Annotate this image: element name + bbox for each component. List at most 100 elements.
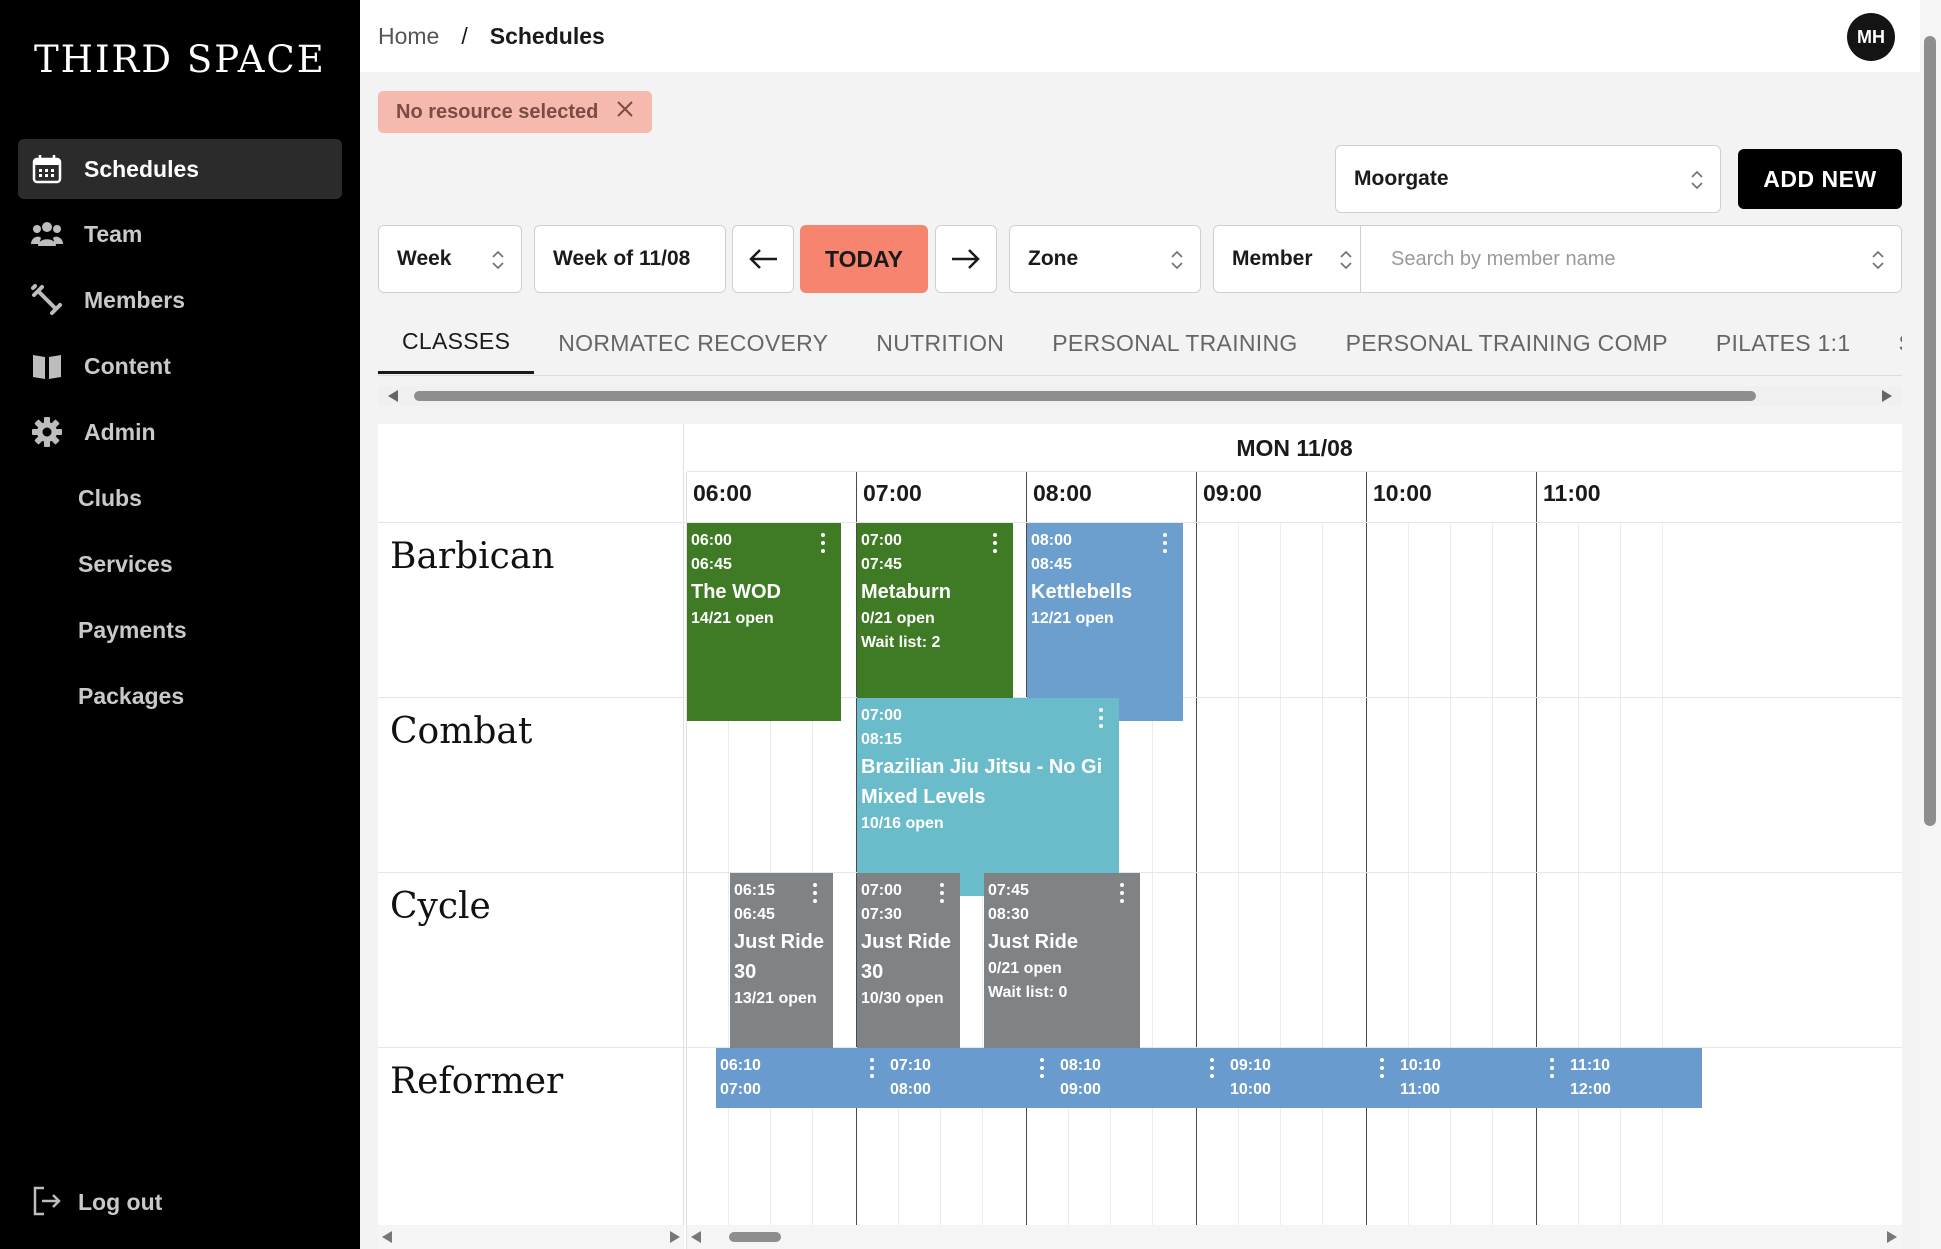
more-vertical-icon[interactable] xyxy=(870,1058,876,1082)
class-event[interactable]: 06:15 06:45 Just Ride 30 13/21 open xyxy=(730,873,833,1071)
more-vertical-icon[interactable] xyxy=(940,883,946,907)
event-end: 07:00 xyxy=(720,1081,761,1098)
event-capacity: 12/21 open xyxy=(1031,610,1114,627)
scrollbar-thumb[interactable] xyxy=(414,391,1756,401)
event-end: 07:45 xyxy=(861,556,902,573)
tab-nutrition[interactable]: NUTRITION xyxy=(852,312,1028,374)
event-end: 10:00 xyxy=(1230,1081,1271,1098)
tab-classes[interactable]: CLASSES xyxy=(378,312,535,374)
tab-personal-training[interactable]: PERSONAL TRAINING xyxy=(1028,312,1321,374)
event-start: 06:10 xyxy=(720,1057,761,1074)
sidebar-item-admin[interactable]: Admin xyxy=(18,402,342,462)
class-event[interactable]: 06:00 06:45 The WOD 14/21 open xyxy=(687,523,841,721)
logout-icon xyxy=(30,1185,64,1219)
avatar[interactable]: MH xyxy=(1847,13,1895,61)
sidebar-item-team[interactable]: Team xyxy=(18,204,342,264)
event-name: Kettlebells xyxy=(1031,581,1133,603)
event-end: 08:00 xyxy=(890,1081,931,1098)
event-start: 10:10 xyxy=(1400,1057,1441,1074)
event-start: 07:00 xyxy=(861,532,902,549)
class-event[interactable]: 07:00 07:30 Just Ride 30 10/30 open xyxy=(857,873,960,1071)
scroll-left-icon[interactable] xyxy=(388,390,398,402)
more-vertical-icon[interactable] xyxy=(1040,1058,1046,1082)
sidebar-item-services[interactable]: Services xyxy=(18,534,342,594)
more-vertical-icon[interactable] xyxy=(1120,883,1126,907)
sidebar-item-content[interactable]: Content xyxy=(18,336,342,396)
more-vertical-icon[interactable] xyxy=(1163,533,1169,557)
sidebar-item-members[interactable]: Members xyxy=(18,270,342,330)
view-select[interactable]: Week xyxy=(378,225,522,293)
event-start: 07:10 xyxy=(890,1057,931,1074)
class-event[interactable]: 07:45 08:30 Just Ride 0/21 open Wait lis… xyxy=(984,873,1140,1071)
add-new-button[interactable]: ADD NEW xyxy=(1738,149,1902,209)
more-vertical-icon[interactable] xyxy=(1550,1058,1556,1082)
more-vertical-icon[interactable] xyxy=(1099,708,1105,732)
chip-label: No resource selected xyxy=(396,100,599,123)
sidebar-item-packages[interactable]: Packages xyxy=(18,666,342,726)
sidebar-item-schedules[interactable]: Schedules xyxy=(18,139,342,199)
sidebar-item-clubs[interactable]: Clubs xyxy=(18,468,342,528)
event-name: 30 xyxy=(861,961,884,983)
today-button[interactable]: TODAY xyxy=(800,225,928,293)
event-capacity: 10/16 open xyxy=(861,815,944,832)
class-event[interactable]: 07:00 07:45 Metaburn 0/21 open Wait list… xyxy=(857,523,1013,721)
member-type-select[interactable]: Member xyxy=(1213,225,1362,293)
event-end: 08:15 xyxy=(861,731,902,748)
next-week-button[interactable] xyxy=(935,225,997,293)
tab-personal-training-comp[interactable]: PERSONAL TRAINING COMP xyxy=(1322,312,1692,374)
event-end: 08:45 xyxy=(1031,556,1072,573)
sidebar-item-label: Admin xyxy=(84,418,156,445)
resource-name: Barbican xyxy=(390,536,555,577)
event-end: 12:00 xyxy=(1570,1081,1611,1098)
class-event[interactable]: 08:00 08:45 Kettlebells 12/21 open xyxy=(1027,523,1183,721)
event-start: 08:00 xyxy=(1031,532,1072,549)
more-vertical-icon[interactable] xyxy=(1210,1058,1216,1082)
more-vertical-icon[interactable] xyxy=(1380,1058,1386,1082)
sidebar-item-label: Content xyxy=(84,352,171,379)
class-event[interactable]: 06:10 07:00 xyxy=(716,1048,890,1108)
member-type-value: Member xyxy=(1232,247,1313,270)
sidebar-item-label: Packages xyxy=(78,682,185,709)
event-start: 07:45 xyxy=(988,882,1029,899)
event-capacity: 0/21 open xyxy=(861,610,935,627)
class-event[interactable]: 07:00 08:15 Brazilian Jiu Jitsu - No Gi … xyxy=(857,698,1119,896)
hour-label: 10:00 xyxy=(1373,480,1432,506)
resource-scrollbar[interactable] xyxy=(378,1225,684,1249)
event-name: Brazilian Jiu Jitsu - No Gi xyxy=(861,756,1103,778)
sidebar-item-payments[interactable]: Payments xyxy=(18,600,342,660)
prev-week-button[interactable] xyxy=(732,225,794,293)
club-select[interactable]: Moorgate xyxy=(1335,145,1721,213)
week-picker[interactable]: Week of 11/08 xyxy=(534,225,726,293)
sidebar-item-label: Services xyxy=(78,550,173,577)
tab-normatec-recovery[interactable]: NORMATEC RECOVERY xyxy=(534,312,852,374)
scroll-right-icon[interactable] xyxy=(1882,390,1892,402)
more-vertical-icon[interactable] xyxy=(993,533,999,557)
more-vertical-icon[interactable] xyxy=(813,883,819,907)
event-capacity: 10/30 open xyxy=(861,990,944,1007)
event-capacity: 0/21 open xyxy=(988,960,1062,977)
event-name: 30 xyxy=(734,961,757,983)
brand-logo: THIRD SPACE xyxy=(34,38,326,81)
class-event[interactable]: 11:10 12:00 xyxy=(1566,1048,1702,1108)
close-icon[interactable] xyxy=(616,100,634,124)
breadcrumb-home[interactable]: Home xyxy=(378,23,439,50)
class-event[interactable]: 08:10 09:00 xyxy=(1056,1048,1230,1108)
resource-filter-chip: No resource selected xyxy=(378,91,653,133)
member-search-input[interactable]: Search by member name xyxy=(1360,225,1902,293)
class-event[interactable]: 07:10 08:00 xyxy=(886,1048,1060,1108)
more-vertical-icon[interactable] xyxy=(821,533,827,557)
tabs-scrollbar[interactable] xyxy=(378,386,1902,406)
event-start: 11:10 xyxy=(1570,1057,1611,1074)
sidebar-item-label: Team xyxy=(84,220,143,247)
tab-more[interactable]: S xyxy=(1874,312,1902,374)
timeline-scrollbar[interactable] xyxy=(687,1225,1902,1249)
scrollbar-thumb[interactable] xyxy=(1924,36,1936,826)
page-scrollbar[interactable] xyxy=(1920,0,1941,1249)
class-event[interactable]: 10:10 11:00 xyxy=(1396,1048,1570,1108)
event-end: 09:00 xyxy=(1060,1081,1101,1098)
logout-button[interactable]: Log out xyxy=(30,1185,162,1219)
hour-label: 06:00 xyxy=(693,480,752,506)
zone-select[interactable]: Zone xyxy=(1009,225,1201,293)
tab-pilates-1-1[interactable]: PILATES 1:1 xyxy=(1692,312,1875,374)
class-event[interactable]: 09:10 10:00 xyxy=(1226,1048,1400,1108)
